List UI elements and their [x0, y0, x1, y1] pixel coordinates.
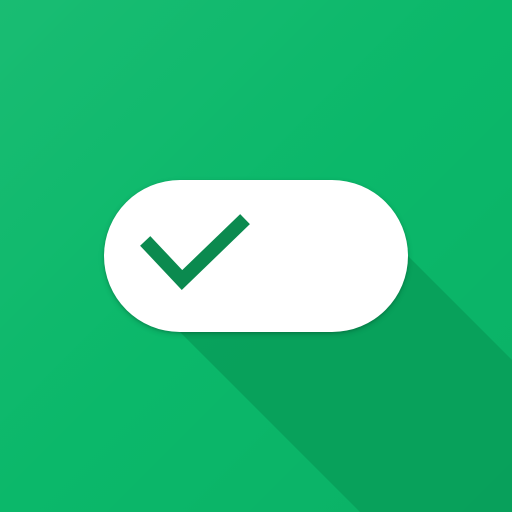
app-icon: [0, 0, 512, 512]
check-icon: [140, 214, 250, 290]
